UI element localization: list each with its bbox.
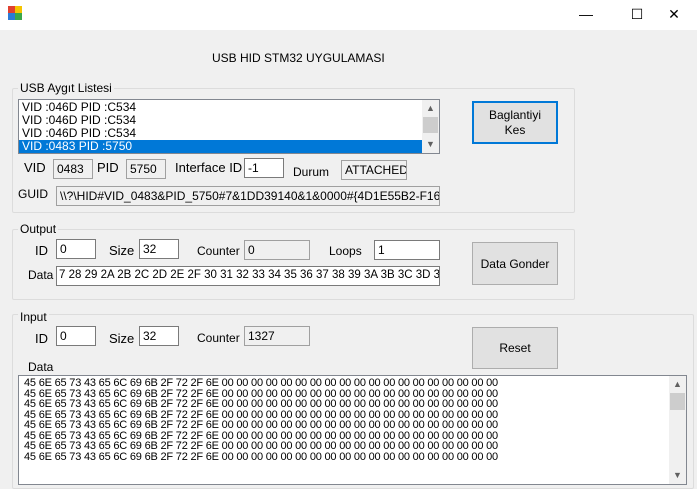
output-size-input[interactable]: 32 [139, 239, 179, 259]
guid-label: GUID [18, 187, 48, 201]
output-group-label: Output [18, 222, 59, 236]
input-data-scrollbar[interactable]: ▲ ▼ [669, 376, 686, 484]
input-counter-field: 1327 [244, 326, 310, 346]
app-icon [8, 6, 22, 20]
scroll-up-icon[interactable]: ▲ [669, 376, 686, 393]
scroll-thumb[interactable] [423, 117, 438, 133]
scroll-thumb[interactable] [670, 393, 685, 410]
input-data-row: 45 6E 65 73 43 65 6C 69 6B 2F 72 2F 6E 0… [24, 450, 498, 463]
minimize-button[interactable]: — [563, 0, 609, 30]
output-id-input[interactable]: 0 [56, 239, 96, 259]
pid-label: PID [97, 160, 119, 175]
vid-field: 0483 [53, 159, 93, 179]
status-label: Durum [293, 165, 330, 179]
status-field: ATTACHED [341, 160, 407, 180]
input-counter-label: Counter [197, 331, 240, 345]
loops-label: Loops [329, 244, 362, 258]
input-data-row: 45 6E 65 73 43 65 6C 69 6B 2F 72 2F 6E 0… [24, 440, 498, 452]
output-counter-label: Counter [197, 244, 240, 258]
input-group-label: Input [18, 310, 49, 324]
page-title: USB HID STM32 UYGULAMASI [212, 51, 385, 65]
interface-id-label: Interface ID [175, 160, 243, 175]
output-data-label: Data [28, 268, 54, 282]
scroll-down-icon[interactable]: ▼ [669, 467, 686, 484]
device-list-scrollbar[interactable]: ▲ ▼ [422, 100, 439, 153]
disconnect-button[interactable]: Baglantiyi Kes [472, 101, 558, 144]
vid-label: VID [24, 160, 46, 175]
send-data-button[interactable]: Data Gonder [472, 242, 558, 285]
input-data-row: 45 6E 65 73 43 65 6C 69 6B 2F 72 2F 6E 0… [24, 419, 498, 431]
guid-field: \\?\HID#VID_0483&PID_5750#7&1DD39140&1&0… [56, 186, 440, 206]
input-size-label: Size [109, 331, 135, 346]
input-id-input[interactable]: 0 [56, 326, 96, 346]
pid-field: 5750 [126, 159, 166, 179]
interface-id-input[interactable]: -1 [244, 158, 284, 178]
input-id-label: ID [35, 331, 48, 346]
input-size-input[interactable]: 32 [139, 326, 179, 346]
output-counter-field: 0 [244, 240, 310, 260]
usb-group-label: USB Aygıt Listesi [18, 81, 114, 95]
device-list[interactable]: VID :046D PID :C534 VID :046D PID :C534 VI… [18, 99, 440, 154]
input-data-row: 45 6E 65 73 43 65 6C 69 6B 2F 72 2F 6E 0… [24, 377, 498, 389]
output-size-label: Size [109, 243, 135, 258]
close-button[interactable]: ✕ [651, 0, 697, 30]
title-bar: — ☐ ✕ [0, 0, 697, 30]
reset-button[interactable]: Reset [472, 327, 558, 369]
scroll-up-icon[interactable]: ▲ [422, 100, 439, 117]
input-data-box[interactable]: 45 6E 65 73 43 65 6C 69 6B 2F 72 2F 6E 0… [18, 375, 687, 485]
output-id-label: ID [35, 243, 48, 258]
input-data-label: Data [28, 360, 54, 374]
input-data-row: 45 6E 65 73 43 65 6C 69 6B 2F 72 2F 6E 0… [24, 398, 498, 410]
output-data-input[interactable]: 7 28 29 2A 2B 2C 2D 2E 2F 30 31 32 33 34… [56, 266, 440, 286]
loops-input[interactable]: 1 [374, 240, 440, 260]
scroll-down-icon[interactable]: ▼ [422, 136, 439, 153]
device-list-item[interactable]: VID :0483 PID :5750 [19, 140, 422, 153]
